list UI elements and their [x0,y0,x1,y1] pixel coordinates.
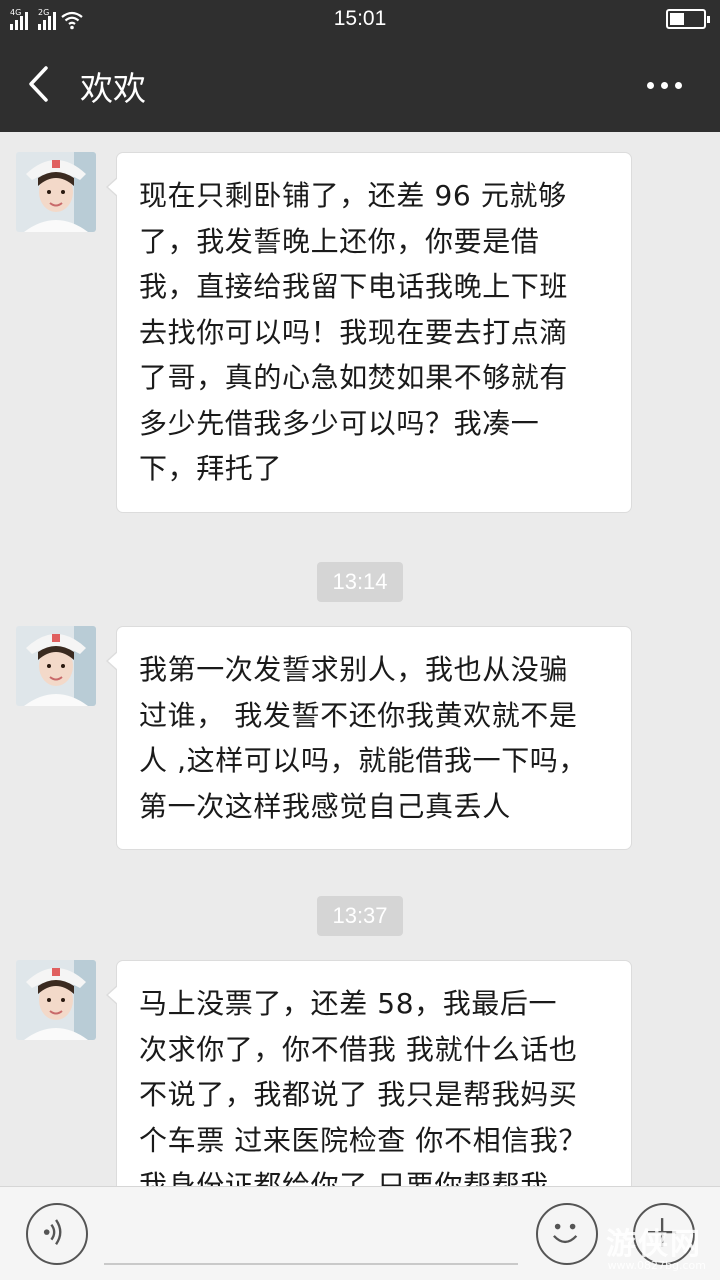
emoji-icon [553,1223,578,1244]
message-line: 过谁， 我发誓不还你我黄欢就不是 [139,698,578,732]
message-bubble[interactable]: 现在只剩卧铺了，还差 96 元就够 了，我发誓晚上还你，你要是借 我，直接给我留下电… [106,152,632,513]
emoji-button[interactable] [536,1203,598,1265]
input-bar: 游侠网 www.0827bg.com [0,1186,720,1280]
message-line: 马上没票了，还差 58，我最后一 [139,987,558,1020]
message-line: 我身份证都给你了 只要你帮帮我 [139,1169,549,1186]
message-line: 个车票 过来医院检查 你不相信我？ [139,1123,588,1157]
timestamp: 13:14 [317,562,403,602]
contact-avatar[interactable] [16,960,96,1040]
contact-avatar[interactable] [16,152,96,232]
timestamp: 13:37 [317,896,403,936]
message-line: 人 ,这样可以吗，就能借我一下吗， [139,744,588,777]
message-line: 了，我发誓晚上还你，你要是借 [139,224,540,258]
battery-icon [666,9,710,29]
more-dots-icon[interactable] [647,82,682,89]
message-line: 去找你可以吗！我现在要去打点滴 [139,315,569,349]
status-bar: 4G 2G 15:01 [0,0,720,38]
contact-avatar[interactable] [16,626,96,706]
message-list[interactable]: 现在只剩卧铺了，还差 96 元就够 了，我发誓晚上还你，你要是借 我，直接给我留下电… [0,132,720,1186]
message-input[interactable] [104,1263,518,1265]
watermark: 游侠网 [606,1227,702,1262]
chat-header: 欢欢 [0,38,720,132]
message-line: 下，拜托了 [139,452,283,485]
message-line: 多少先借我多少可以吗？我凑一 [139,406,540,440]
message-line: 了哥，真的心急如焚如果不够就有 [139,361,569,394]
message-bubble[interactable]: 马上没票了，还差 58，我最后一 次求你了，你不借我 我就什么话也 不说了，我都说了… [106,960,632,1186]
status-time: 15:01 [333,7,387,30]
message-line: 我，直接给我留下电话我晚上下班 [139,270,569,303]
voice-button[interactable] [26,1203,88,1265]
back-icon[interactable] [22,64,58,104]
message-line: 次求你了，你不借我 我就什么话也 [139,1032,578,1066]
message-line: 我第一次发誓求别人，我也从没骗 [139,653,569,686]
message-line: 现在只剩卧铺了，还差 96 元就够 [139,179,567,212]
chat-title: 欢欢 [80,69,146,108]
watermark-url: www.0827bg.com [607,1259,706,1272]
message-line: 第一次这样我感觉自己真丢人 [139,789,511,823]
message-bubble[interactable]: 我第一次发誓求别人，我也从没骗 过谁， 我发誓不还你我黄欢就不是人 ,这样可以吗，… [106,626,632,850]
voice-icon [43,1219,62,1245]
message-line: 不说了，我都说了 我只是帮我妈买 [139,1078,578,1111]
